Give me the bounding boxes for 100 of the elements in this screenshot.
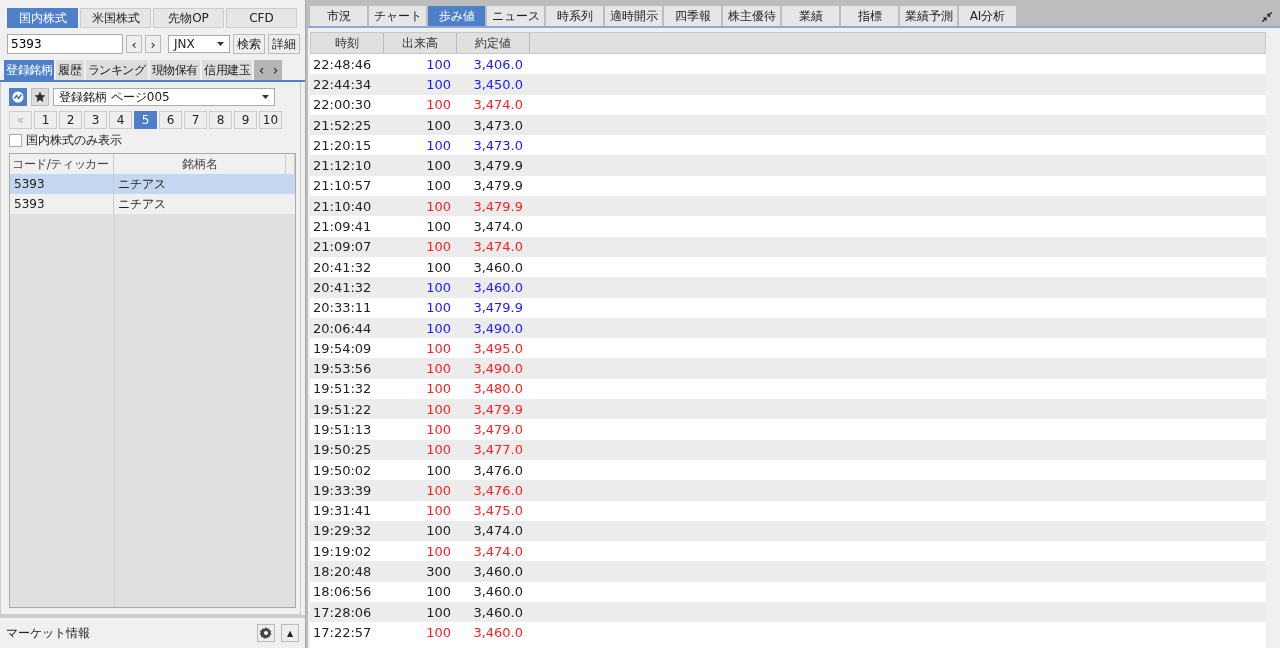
page-button[interactable]: 5	[134, 111, 157, 129]
page-button[interactable]: 10	[259, 111, 282, 129]
volume-cell-text: 100	[425, 300, 452, 316]
price-cell-text: 3,475.0	[472, 503, 524, 519]
volume-cell-text: 100	[425, 543, 452, 559]
volume-cell-text: 100	[425, 259, 452, 275]
chart-badge-icon[interactable]	[9, 88, 27, 106]
tab[interactable]: 歩み値	[428, 6, 485, 26]
tab[interactable]: 指標	[841, 6, 898, 26]
volume-cell-text: 100	[425, 320, 452, 336]
tab[interactable]: 業績予測	[900, 6, 957, 26]
page-button[interactable]: 9	[234, 111, 257, 129]
tab[interactable]: ニュース	[487, 6, 544, 26]
volume-cell-text: 100	[425, 137, 452, 153]
price-cell-text: 3,474.0	[472, 523, 524, 539]
volume-cell-text: 100	[425, 239, 452, 255]
time-cell-text: 17:28:06	[312, 604, 373, 620]
page-button[interactable]: 6	[159, 111, 182, 129]
page-button[interactable]: 8	[209, 111, 232, 129]
detail-button[interactable]: 詳細	[268, 34, 300, 54]
time-cell-text: 22:44:34	[312, 76, 373, 92]
exchange-dropdown[interactable]: JNX	[168, 35, 230, 53]
watchlist-row[interactable]: 5393 ニチアス	[10, 174, 295, 194]
market-info-label: マーケット情報	[6, 624, 90, 642]
tab[interactable]: 業績	[782, 6, 839, 26]
price-cell-text: 3,406.0	[472, 56, 524, 72]
code-input[interactable]: 5393	[7, 34, 123, 54]
time-cell-text: 19:19:02	[312, 543, 373, 559]
price-cell-text: 3,460.0	[472, 259, 524, 275]
volume-cell-text: 100	[425, 584, 452, 600]
list-tab[interactable]: 信用建玉	[202, 60, 253, 80]
time-cell-text: 19:31:41	[312, 503, 373, 519]
price-cell-text: 3,479.0	[472, 422, 524, 437]
list-tab[interactable]: ランキング	[85, 60, 148, 80]
time-cell-text: 19:53:56	[312, 361, 373, 377]
market-tab[interactable]: 国内株式	[7, 8, 78, 28]
tab[interactable]: 適時開示	[605, 6, 662, 26]
settings-button[interactable]	[257, 624, 275, 642]
time-cell-text: 21:09:41	[312, 219, 373, 234]
table-cell-text: ニチアス	[117, 175, 167, 193]
list-tab[interactable]: 現物保有	[149, 60, 201, 80]
market-tab[interactable]: 先物OP	[153, 8, 224, 28]
scroll-left-button[interactable]: ‹	[254, 60, 269, 80]
time-cell-text: 21:10:57	[312, 178, 373, 194]
volume-cell-text: 100	[425, 76, 452, 92]
previous-button[interactable]: ‹	[126, 35, 142, 53]
page-button[interactable]: 1	[34, 111, 57, 129]
tab[interactable]: AI分析	[959, 6, 1016, 26]
time-cell-text: 22:00:30	[312, 97, 373, 113]
page-button[interactable]: 3	[84, 111, 107, 129]
time-cell-text: 22:48:46	[312, 56, 373, 72]
page-button[interactable]: 2	[59, 111, 82, 129]
page-button[interactable]: 7	[184, 111, 207, 129]
checkbox[interactable]	[9, 134, 22, 147]
table-cell: 5393	[10, 194, 114, 214]
scroll-right-button[interactable]: ›	[268, 60, 283, 80]
volume-cell-text: 100	[425, 178, 452, 194]
price-cell-text: 3,476.0	[472, 482, 524, 498]
price-cell-text: 3,477.0	[472, 442, 524, 458]
volume-cell-text: 100	[425, 97, 452, 113]
market-tab[interactable]: 米国株式	[80, 8, 151, 28]
price-cell-text: 3,495.0	[472, 340, 524, 356]
page-dropdown[interactable]: 登録銘柄 ページ005	[53, 88, 275, 106]
collapse-button[interactable]: ▲	[281, 624, 299, 642]
tab[interactable]: 時系列	[546, 6, 603, 26]
dropdown-caret-icon	[262, 95, 269, 99]
tab[interactable]: 市況	[310, 6, 367, 26]
column-header[interactable]: 時刻	[311, 33, 384, 53]
column-header[interactable]: 約定値	[457, 33, 530, 53]
price-cell-text: 3,474.0	[472, 543, 524, 559]
search-button[interactable]: 検索	[233, 34, 265, 54]
tab[interactable]: チャート	[369, 6, 426, 26]
page-button[interactable]: 4	[109, 111, 132, 129]
tab[interactable]: 株主優待	[723, 6, 780, 26]
watchlist-row[interactable]: 5393 ニチアス	[10, 194, 295, 214]
volume-cell-text: 100	[425, 381, 452, 397]
next-button[interactable]: ›	[145, 35, 161, 53]
market-tab[interactable]: CFD	[226, 8, 297, 28]
price-cell-text: 3,476.0	[472, 462, 524, 478]
time-cell-text: 19:50:02	[312, 462, 373, 478]
volume-cell-text: 100	[425, 523, 452, 539]
time-cell-text: 19:50:25	[312, 442, 373, 458]
shrink-icon[interactable]	[1262, 12, 1272, 22]
dropdown-caret-icon	[217, 42, 224, 46]
price-cell-text: 3,474.0	[472, 219, 524, 234]
list-tab[interactable]: 登録銘柄	[4, 60, 55, 80]
volume-cell-text: 100	[425, 56, 452, 72]
time-cell-text: 17:22:57	[312, 624, 373, 640]
list-tab[interactable]: 履歴	[56, 60, 84, 80]
tab[interactable]: 四季報	[664, 6, 721, 26]
volume-cell-text: 100	[425, 482, 452, 498]
volume-cell-text: 100	[425, 279, 452, 295]
time-cell-text: 18:20:48	[312, 564, 373, 580]
time-cell-text: 20:41:32	[312, 279, 373, 295]
volume-cell-text: 100	[425, 361, 452, 377]
price-cell-text: 3,479.9	[472, 178, 524, 194]
time-cell-text: 19:51:22	[312, 401, 373, 417]
column-header[interactable]: 出来高	[384, 33, 457, 53]
time-cell-text: 20:41:32	[312, 259, 373, 275]
time-cell-text: 19:51:13	[312, 422, 373, 437]
